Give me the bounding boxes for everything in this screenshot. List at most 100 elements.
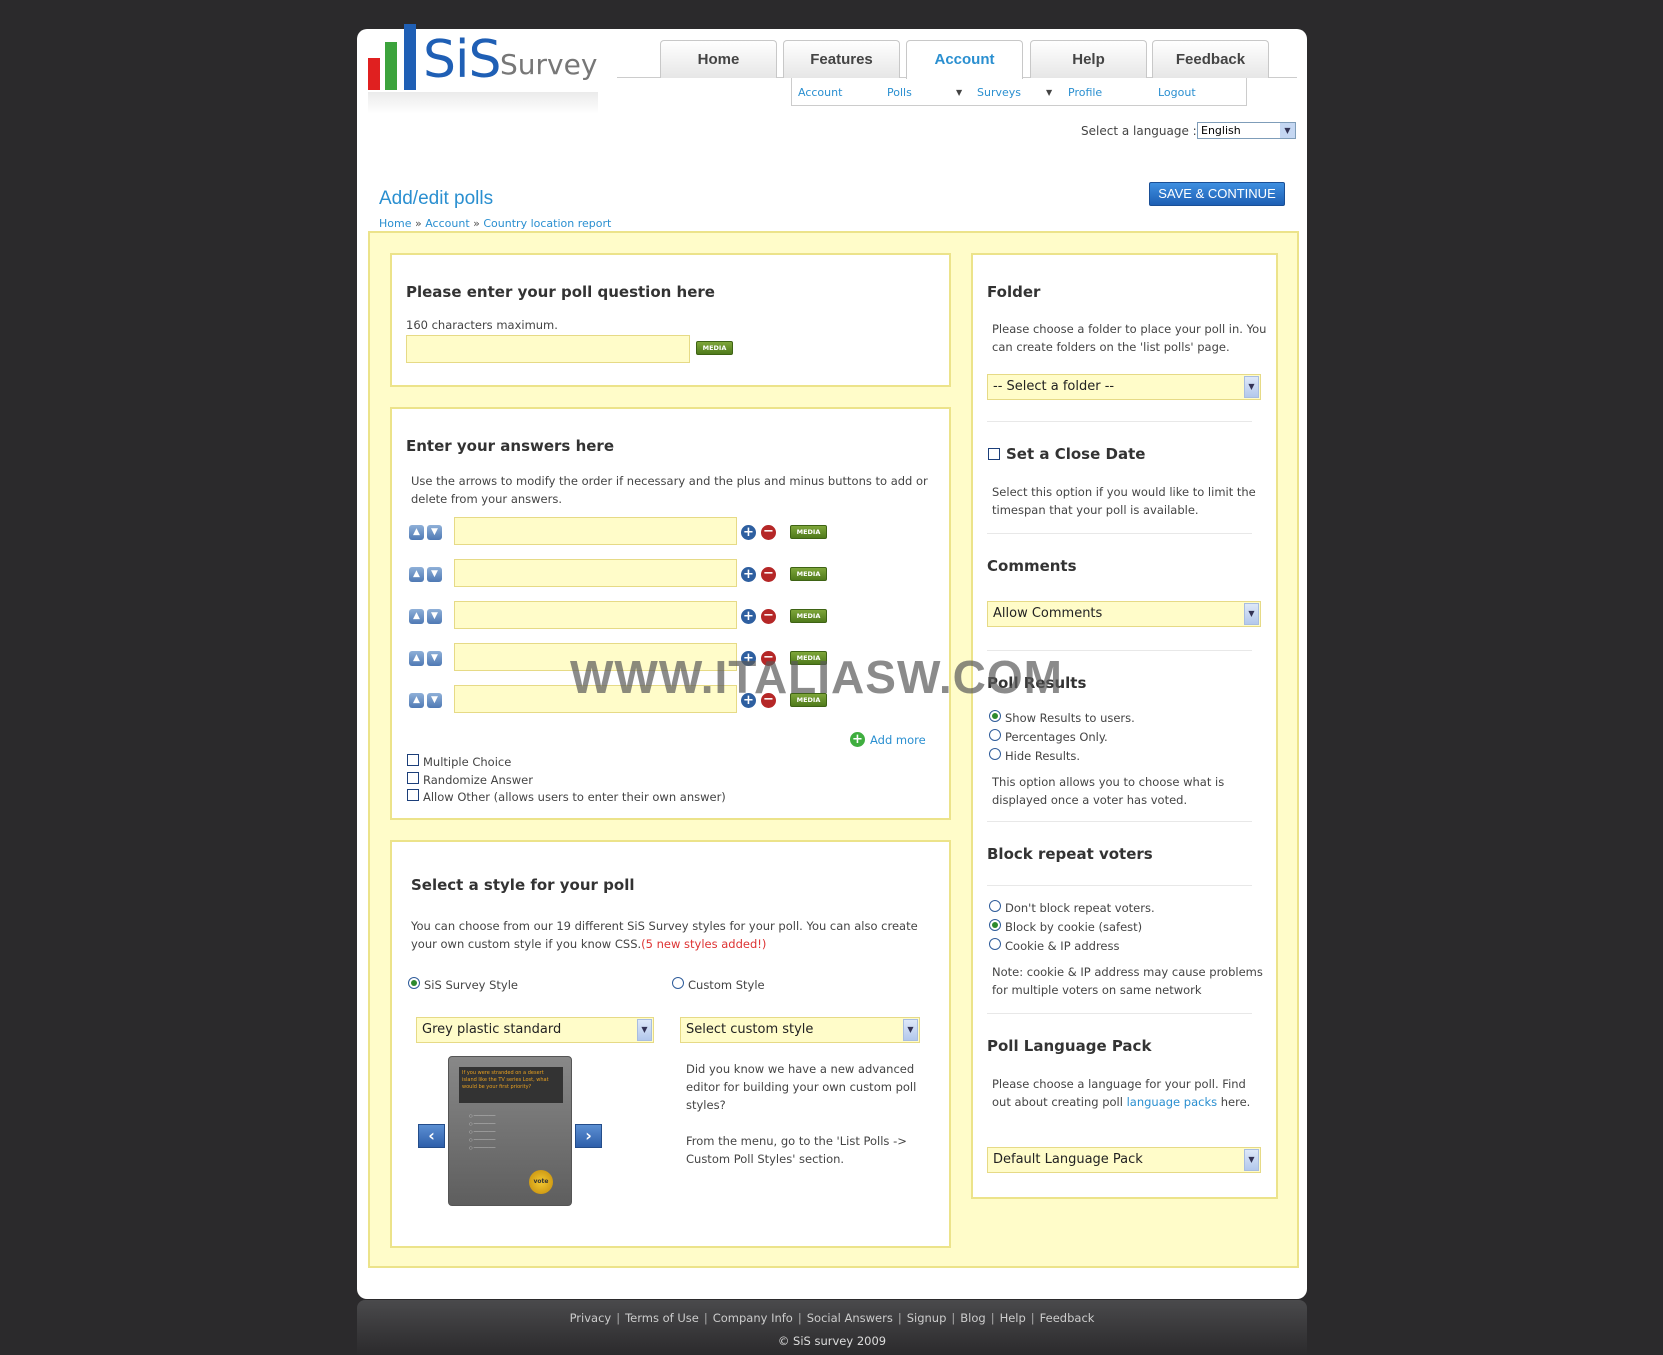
breadcrumb-separator: »	[414, 217, 422, 230]
logo-bar-green	[385, 42, 397, 90]
move-down-icon[interactable]: ▼	[427, 609, 442, 624]
answer-media-button[interactable]: MEDIA	[790, 525, 827, 539]
logo-bar-blue	[404, 24, 416, 90]
show-results-radio[interactable]	[989, 710, 1001, 722]
polls-dropdown-arrow-icon[interactable]: ▼	[956, 88, 962, 97]
sis-style-select[interactable]: Grey plastic standard ▼	[416, 1017, 654, 1043]
answer-input-1[interactable]	[454, 517, 737, 545]
previous-style-arrow-icon[interactable]: ‹	[418, 1124, 445, 1148]
tab-home[interactable]: Home	[660, 40, 777, 78]
page-title: Add/edit polls	[379, 188, 494, 209]
close-date-hint: Select this option if you would like to …	[992, 485, 1256, 517]
account-subnav: Account Polls ▼ Surveys ▼ Profile Logout	[791, 78, 1247, 106]
sis-style-radio[interactable]	[408, 977, 420, 989]
custom-style-label: Custom Style	[688, 978, 765, 992]
comments-select[interactable]: Allow Comments ▼	[987, 601, 1261, 627]
question-heading: Please enter your poll question here	[406, 283, 715, 301]
save-continue-button[interactable]: SAVE & CONTINUE	[1149, 182, 1285, 206]
hide-results-radio[interactable]	[989, 748, 1001, 760]
answer-media-button[interactable]: MEDIA	[790, 567, 827, 581]
footer-link-social-answers[interactable]: Social Answers	[807, 1311, 893, 1325]
question-media-button[interactable]: MEDIA	[696, 341, 733, 355]
move-down-icon[interactable]: ▼	[427, 693, 442, 708]
answers-section: Enter your answers here Use the arrows t…	[390, 407, 951, 820]
multiple-choice-label: Multiple Choice	[423, 755, 512, 769]
multiple-choice-checkbox[interactable]	[407, 754, 419, 766]
footer-link-privacy[interactable]: Privacy	[570, 1311, 612, 1325]
logo-sis-text: SiS	[423, 30, 501, 90]
footer-link-blog[interactable]: Blog	[960, 1311, 985, 1325]
answer-input-3[interactable]	[454, 601, 737, 629]
breadcrumb-account[interactable]: Account	[425, 217, 469, 230]
cookie-ip-label: Cookie & IP address	[1005, 939, 1120, 953]
add-more-icon[interactable]: +	[850, 732, 865, 747]
custom-style-select[interactable]: Select custom style ▼	[680, 1017, 920, 1043]
remove-answer-icon[interactable]: −	[761, 609, 776, 624]
dont-block-radio[interactable]	[989, 900, 1001, 912]
language-packs-link[interactable]: language packs	[1127, 1095, 1218, 1109]
move-down-icon[interactable]: ▼	[427, 651, 442, 666]
move-up-icon[interactable]: ▲	[409, 567, 424, 582]
preview-option: ○ ─────────	[469, 1129, 496, 1134]
sis-survey-logo[interactable]: SiS Survey	[368, 12, 598, 114]
footer-link-signup[interactable]: Signup	[907, 1311, 947, 1325]
footer-link-help[interactable]: Help	[1000, 1311, 1026, 1325]
tab-help[interactable]: Help	[1030, 40, 1147, 78]
chevron-down-icon: ▼	[903, 1019, 918, 1041]
move-up-icon[interactable]: ▲	[409, 651, 424, 666]
add-answer-icon[interactable]: +	[741, 609, 756, 624]
add-answer-icon[interactable]: +	[741, 567, 756, 582]
tab-feedback[interactable]: Feedback	[1152, 40, 1269, 78]
language-select[interactable]: English ▼	[1197, 122, 1296, 139]
question-hint: 160 characters maximum.	[406, 318, 558, 332]
tab-features[interactable]: Features	[783, 40, 900, 78]
subnav-account[interactable]: Account	[798, 86, 842, 99]
footer-link-company-info[interactable]: Company Info	[713, 1311, 793, 1325]
custom-style-radio[interactable]	[672, 977, 684, 989]
move-up-icon[interactable]: ▲	[409, 693, 424, 708]
language-pack-select[interactable]: Default Language Pack ▼	[987, 1147, 1261, 1173]
folder-select[interactable]: -- Select a folder -- ▼	[987, 374, 1261, 400]
move-down-icon[interactable]: ▼	[427, 567, 442, 582]
folder-heading: Folder	[987, 283, 1041, 301]
logo-bar-red	[368, 58, 380, 90]
move-up-icon[interactable]: ▲	[409, 525, 424, 540]
add-answer-icon[interactable]: +	[741, 525, 756, 540]
style-hint: You can choose from our 19 different SiS…	[411, 917, 931, 953]
close-date-checkbox[interactable]	[988, 448, 1000, 460]
next-style-arrow-icon[interactable]: ›	[575, 1124, 602, 1148]
add-more-link[interactable]: Add more	[870, 731, 926, 749]
divider	[987, 533, 1252, 534]
block-by-cookie-radio[interactable]	[989, 919, 1001, 931]
footer-link-terms[interactable]: Terms of Use	[625, 1311, 699, 1325]
sis-style-select-value: Grey plastic standard	[422, 1022, 562, 1037]
chevron-down-icon: ▼	[1280, 123, 1295, 138]
move-down-icon[interactable]: ▼	[427, 525, 442, 540]
allow-other-checkbox[interactable]	[407, 789, 419, 801]
subnav-polls[interactable]: Polls	[887, 86, 912, 99]
subnav-logout[interactable]: Logout	[1158, 86, 1196, 99]
answer-input-2[interactable]	[454, 559, 737, 587]
randomize-answer-checkbox[interactable]	[407, 772, 419, 784]
answer-media-button[interactable]: MEDIA	[790, 609, 827, 623]
subnav-profile[interactable]: Profile	[1068, 86, 1102, 99]
show-results-label: Show Results to users.	[1005, 711, 1135, 725]
custom-style-info-1: Did you know we have a new advanced edit…	[686, 1062, 917, 1112]
remove-answer-icon[interactable]: −	[761, 567, 776, 582]
percentages-only-radio[interactable]	[989, 729, 1001, 741]
sis-style-label: SiS Survey Style	[424, 978, 518, 992]
surveys-dropdown-arrow-icon[interactable]: ▼	[1046, 88, 1052, 97]
move-up-icon[interactable]: ▲	[409, 609, 424, 624]
tab-account[interactable]: Account	[906, 40, 1023, 79]
remove-answer-icon[interactable]: −	[761, 525, 776, 540]
subnav-surveys[interactable]: Surveys	[977, 86, 1021, 99]
breadcrumb-country-location-report[interactable]: Country location report	[483, 217, 611, 230]
preview-question-text: If you were stranded on a desert island …	[459, 1067, 563, 1103]
question-input[interactable]	[406, 335, 690, 363]
new-styles-note: (5 new styles added!)	[641, 937, 767, 951]
cookie-ip-radio[interactable]	[989, 938, 1001, 950]
logo-survey-text: Survey	[500, 48, 598, 81]
footer-link-feedback[interactable]: Feedback	[1040, 1311, 1095, 1325]
chevron-down-icon: ▼	[1244, 376, 1259, 398]
breadcrumb-home[interactable]: Home	[379, 217, 411, 230]
